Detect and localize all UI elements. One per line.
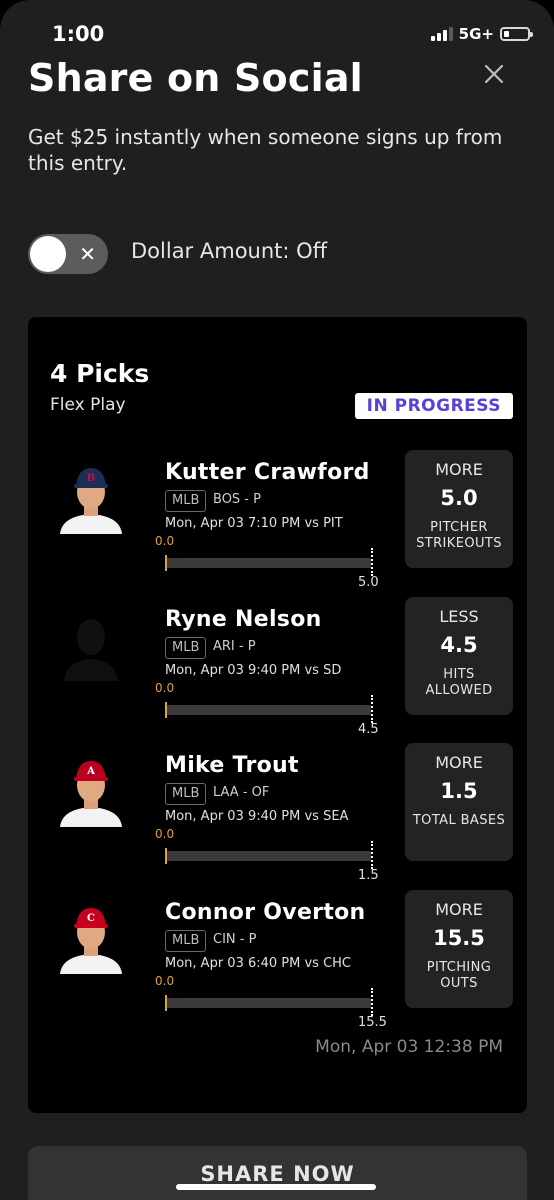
team-position: LAA - OF bbox=[213, 785, 270, 800]
toggle-knob bbox=[30, 236, 66, 272]
projection-line: 1.5 bbox=[440, 779, 478, 803]
pick-row: Ryne Nelson MLB ARI - P Mon, Apr 03 9:40… bbox=[28, 597, 527, 747]
projection-direction: MORE bbox=[435, 753, 483, 772]
entry-timestamp: Mon, Apr 03 12:38 PM bbox=[315, 1037, 503, 1057]
pick-row: C Connor Overton MLB CIN - P Mon, Apr 03… bbox=[28, 890, 527, 1040]
team-position: BOS - P bbox=[213, 492, 261, 507]
picks-count: 4 Picks bbox=[50, 359, 150, 388]
player-avatar-placeholder bbox=[56, 611, 126, 681]
page-subtitle: Get $25 instantly when someone signs up … bbox=[28, 125, 503, 175]
game-info: Mon, Apr 03 9:40 PM vs SD bbox=[165, 663, 342, 678]
target-value: 1.5 bbox=[358, 868, 379, 883]
progress-track bbox=[165, 695, 373, 723]
share-now-button[interactable]: SHARE NOW bbox=[28, 1146, 527, 1200]
league-tag: MLB bbox=[165, 490, 207, 512]
page-title: Share on Social bbox=[28, 56, 363, 100]
status-indicators: 5G+ bbox=[430, 25, 533, 43]
current-value: 0.0 bbox=[155, 974, 175, 988]
player-name: Kutter Crawford bbox=[165, 460, 370, 485]
player-name: Mike Trout bbox=[165, 753, 299, 778]
projection-stat: PITCHER STRIKEOUTS bbox=[416, 520, 502, 551]
svg-text:C: C bbox=[87, 913, 95, 924]
projection-line: 4.5 bbox=[440, 633, 478, 657]
projection-box[interactable]: MORE 1.5 TOTAL BASES bbox=[405, 743, 513, 861]
battery-icon bbox=[500, 27, 533, 41]
svg-text:B: B bbox=[87, 473, 95, 484]
league-tag: MLB bbox=[165, 930, 207, 952]
target-value: 15.5 bbox=[358, 1015, 387, 1030]
home-indicator bbox=[176, 1184, 376, 1190]
player-avatar: B bbox=[56, 464, 126, 534]
projection-line: 5.0 bbox=[440, 486, 478, 510]
player-name: Connor Overton bbox=[165, 900, 366, 925]
target-value: 4.5 bbox=[358, 722, 379, 737]
signal-icon bbox=[430, 27, 453, 41]
projection-box[interactable]: MORE 5.0 PITCHER STRIKEOUTS bbox=[405, 450, 513, 568]
projection-direction: MORE bbox=[435, 460, 483, 479]
league-tag: MLB bbox=[165, 783, 207, 805]
current-value: 0.0 bbox=[155, 827, 175, 841]
status-bar: 1:00 5G+ bbox=[0, 0, 554, 56]
projection-stat: PITCHING OUTS bbox=[426, 960, 492, 991]
toggle-off-icon: ✕ bbox=[79, 242, 96, 266]
share-sheet: 1:00 5G+ Share on Social Get $25 instant… bbox=[0, 0, 554, 1200]
dollar-amount-toggle[interactable]: ✕ bbox=[28, 234, 108, 274]
team-position: ARI - P bbox=[213, 639, 256, 654]
close-button[interactable] bbox=[480, 60, 508, 88]
projection-direction: MORE bbox=[435, 900, 483, 919]
projection-line: 15.5 bbox=[433, 926, 485, 950]
status-time: 1:00 bbox=[52, 22, 105, 46]
player-avatar: C bbox=[56, 904, 126, 974]
game-info: Mon, Apr 03 7:10 PM vs PIT bbox=[165, 516, 343, 531]
pick-row: B Kutter Crawford MLB BOS - P Mon, Apr 0… bbox=[28, 450, 527, 600]
player-name: Ryne Nelson bbox=[165, 607, 322, 632]
play-type: Flex Play bbox=[50, 395, 126, 415]
network-label: 5G+ bbox=[458, 25, 494, 43]
entry-card: 4 Picks Flex Play IN PROGRESS B Kutter C… bbox=[28, 317, 527, 1113]
progress-track bbox=[165, 841, 373, 869]
team-position: CIN - P bbox=[213, 932, 257, 947]
projection-box[interactable]: LESS 4.5 HITS ALLOWED bbox=[405, 597, 513, 715]
projection-direction: LESS bbox=[439, 607, 479, 626]
projection-box[interactable]: MORE 15.5 PITCHING OUTS bbox=[405, 890, 513, 1008]
projection-stat: HITS ALLOWED bbox=[425, 667, 493, 698]
game-info: Mon, Apr 03 6:40 PM vs CHC bbox=[165, 956, 352, 971]
toggle-label: Dollar Amount: Off bbox=[131, 239, 328, 263]
progress-track bbox=[165, 548, 373, 576]
pick-row: A Mike Trout MLB LAA - OF Mon, Apr 03 9:… bbox=[28, 743, 527, 893]
status-badge: IN PROGRESS bbox=[354, 393, 513, 419]
svg-text:A: A bbox=[86, 766, 95, 777]
current-value: 0.0 bbox=[155, 681, 175, 695]
league-tag: MLB bbox=[165, 637, 207, 659]
projection-stat: TOTAL BASES bbox=[412, 813, 506, 828]
close-icon bbox=[484, 64, 504, 84]
target-value: 5.0 bbox=[358, 575, 379, 590]
share-now-label: SHARE NOW bbox=[200, 1162, 355, 1186]
progress-track bbox=[165, 988, 373, 1016]
game-info: Mon, Apr 03 9:40 PM vs SEA bbox=[165, 809, 349, 824]
current-value: 0.0 bbox=[155, 534, 175, 548]
player-avatar: A bbox=[56, 757, 126, 827]
